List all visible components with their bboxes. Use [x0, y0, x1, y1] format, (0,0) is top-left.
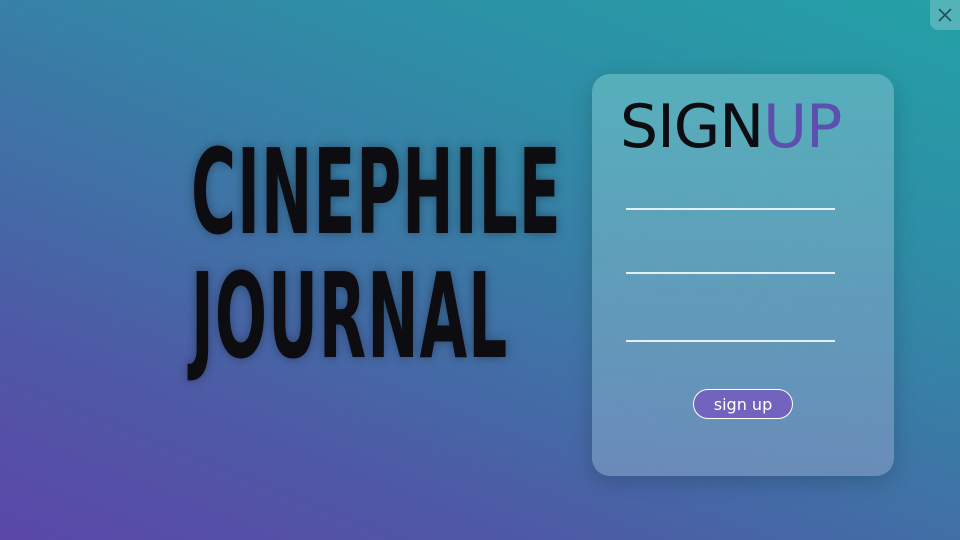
brand-logo: CINEPHILE JOURNAL [191, 123, 562, 385]
close-icon [938, 8, 952, 22]
close-button[interactable] [930, 0, 960, 30]
signup-title-sign: SIGN [620, 92, 764, 162]
brand-title-line-1: CINEPHILE [191, 123, 562, 261]
signup-field-2[interactable] [626, 246, 835, 274]
signup-title-up: UP [763, 92, 842, 162]
sign-up-button[interactable]: sign up [693, 389, 793, 419]
signup-title: SIGNUP [620, 92, 842, 162]
signup-field-3[interactable] [626, 314, 835, 342]
brand-title-line-2: JOURNAL [191, 247, 509, 385]
signup-field-1[interactable] [626, 182, 835, 210]
signup-card: SIGNUP sign up [592, 74, 894, 476]
